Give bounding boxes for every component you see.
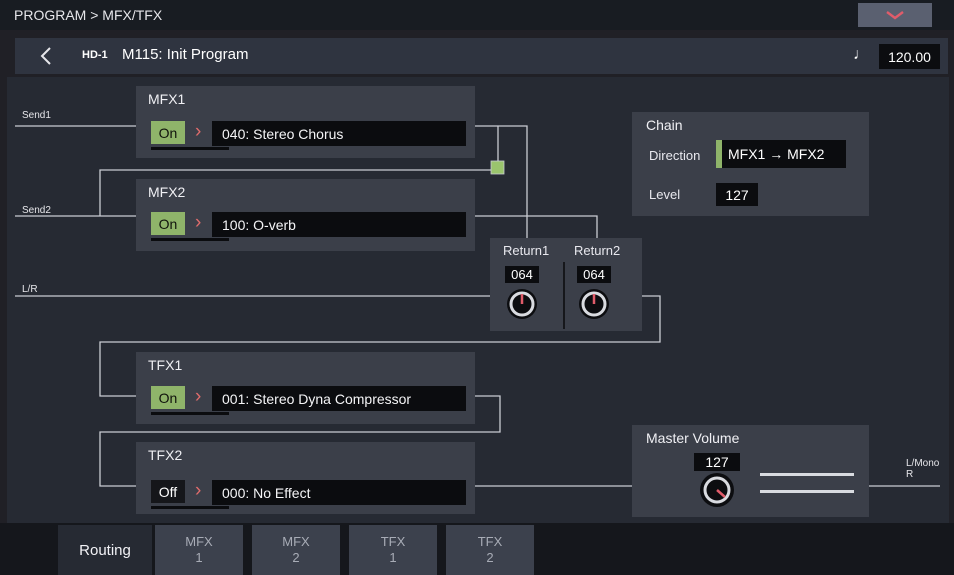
tfx2-indicator [151,506,229,509]
chain-level-label: Level [649,187,681,202]
tab-tfx2-line1: TFX [477,534,503,549]
tfx1-indicator [151,412,229,415]
tab-mfx2-line1: MFX [282,534,310,549]
return1-knob-icon[interactable] [506,288,538,320]
tab-routing[interactable]: Routing [58,525,152,575]
mfx2-effect-field[interactable]: 100: O-verb [212,212,466,237]
chain-direction-field[interactable]: MFX1 → MFX2 [722,140,846,168]
tab-tfx2[interactable]: TFX 2 [446,525,534,575]
return2-knob-icon[interactable] [578,288,610,320]
output-label-line2: R [906,469,914,480]
chain-level-field[interactable]: 127 [716,183,758,206]
chevron-right-icon[interactable]: › [195,481,201,500]
return2-value[interactable]: 064 [577,266,611,283]
mfx2-indicator [151,238,229,241]
lr-label: L/R [22,284,38,295]
tab-tfx2-line2: 2 [486,550,494,565]
master-meter-r [760,490,854,493]
tfx1-title: TFX1 [148,357,183,373]
master-volume-value[interactable]: 127 [694,453,740,471]
return1-value[interactable]: 064 [505,266,539,283]
output-label: L/Mono R [906,458,939,480]
output-label-line1: L/Mono [906,458,940,469]
tab-tfx1-line2: 1 [389,550,397,565]
master-meter-l [760,473,854,476]
tfx2-effect-field[interactable]: 000: No Effect [212,480,466,505]
tfx1-on-button[interactable]: On [151,386,185,409]
tab-tfx1-line1: TFX [380,534,406,549]
send2-label: Send2 [22,205,51,216]
tab-mfx2[interactable]: MFX 2 [252,525,340,575]
chain-title: Chain [646,117,683,133]
tab-mfx1-line1: MFX [185,534,213,549]
mfx2-title: MFX2 [148,184,186,200]
chevron-right-icon[interactable]: › [195,387,201,406]
tab-mfx1-line2: 1 [195,550,203,565]
tfx2-on-button[interactable]: Off [151,480,185,503]
return1-label: Return1 [503,243,550,258]
mfx1-effect-field[interactable]: 040: Stereo Chorus [212,121,466,146]
chevron-right-icon[interactable]: › [195,213,201,232]
send1-label: Send1 [22,110,51,121]
chain-direction-label: Direction [649,148,701,163]
tab-mfx1[interactable]: MFX 1 [155,525,243,575]
master-volume-title: Master Volume [646,430,740,446]
mfx1-on-button[interactable]: On [151,121,185,144]
tfx2-title: TFX2 [148,447,183,463]
tab-mfx2-line2: 2 [292,550,300,565]
tfx1-effect-field[interactable]: 001: Stereo Dyna Compressor [212,386,466,411]
master-volume-knob-icon[interactable] [699,472,735,508]
mfx1-title: MFX1 [148,91,186,107]
return2-label: Return2 [574,243,621,258]
mfx1-indicator [151,147,229,150]
returns-divider [563,262,565,329]
chevron-right-icon[interactable]: › [195,122,201,141]
mfx2-on-button[interactable]: On [151,212,185,235]
tab-tfx1[interactable]: TFX 1 [349,525,437,575]
